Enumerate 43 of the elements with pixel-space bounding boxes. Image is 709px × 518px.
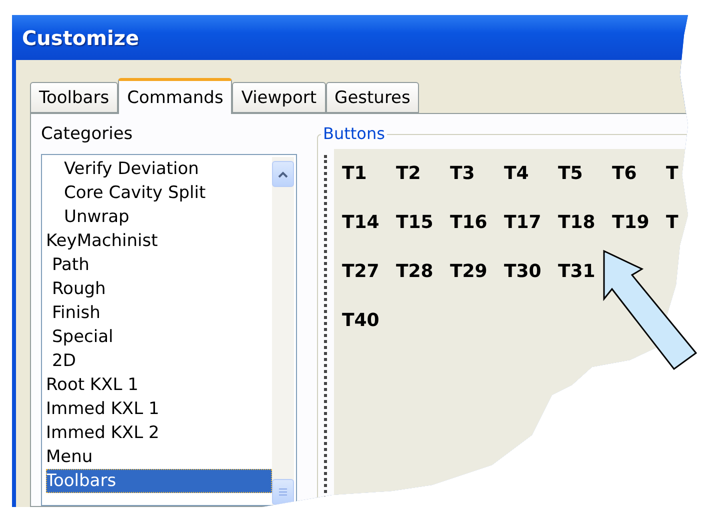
categories-label: Categories — [41, 124, 134, 144]
toolbar-button[interactable]: T3 — [450, 163, 475, 184]
toolbar-button[interactable]: T2 — [396, 163, 421, 184]
toolbar-button[interactable]: T — [666, 163, 678, 184]
toolbar-button[interactable]: T17 — [504, 212, 542, 233]
window-title: Customize — [22, 26, 140, 50]
toolbar-button[interactable]: T28 — [396, 261, 434, 282]
list-item[interactable]: Verify Deviation — [46, 157, 272, 181]
tab[interactable]: Commands — [118, 78, 232, 114]
toolbar-button[interactable]: T18 — [558, 212, 596, 233]
toolbar-button[interactable]: T1 — [342, 163, 367, 184]
toolbar-button[interactable]: T30 — [504, 261, 542, 282]
list-item[interactable]: Menu — [46, 445, 272, 469]
toolbar-button[interactable]: T27 — [342, 261, 380, 282]
tab[interactable]: Viewport — [232, 82, 326, 113]
toolbar-button[interactable]: T15 — [396, 212, 434, 233]
toolbar-button[interactable]: T31 — [558, 261, 596, 282]
list-item[interactable]: Special — [46, 325, 272, 349]
list-item[interactable]: 2D — [46, 349, 272, 373]
toolbar-button[interactable]: T16 — [450, 212, 488, 233]
scroll-thumb[interactable] — [272, 479, 294, 505]
toolbar-button[interactable]: T — [666, 212, 678, 233]
toolbar-button[interactable]: T6 — [612, 163, 637, 184]
toolbar-button[interactable]: T40 — [342, 310, 380, 331]
list-item[interactable]: Path — [46, 253, 272, 277]
list-item[interactable]: Core Cavity Split — [46, 181, 272, 205]
toolbar-button[interactable]: T5 — [558, 163, 583, 184]
list-item[interactable]: Rough — [46, 277, 272, 301]
toolbar-button[interactable]: T29 — [450, 261, 488, 282]
scroll-up-icon[interactable] — [272, 161, 294, 187]
toolbar-button[interactable]: T14 — [342, 212, 380, 233]
list-item[interactable]: Immed KXL 1 — [46, 397, 272, 421]
list-item[interactable]: KeyMachinist — [46, 229, 272, 253]
scrollbar[interactable] — [272, 157, 294, 505]
list-item[interactable]: Finish — [46, 301, 272, 325]
tab[interactable]: Gestures — [326, 82, 420, 113]
toolbar-button[interactable]: T4 — [504, 163, 529, 184]
list-item[interactable]: Immed KXL 2 — [46, 421, 272, 445]
toolbar-button[interactable]: T19 — [612, 212, 650, 233]
list-item[interactable]: Unwrap — [46, 205, 272, 229]
list-item[interactable]: Root KXL 1 — [46, 373, 272, 397]
tab[interactable]: Toolbars — [30, 82, 118, 113]
list-item[interactable]: Toolbars — [46, 469, 272, 493]
